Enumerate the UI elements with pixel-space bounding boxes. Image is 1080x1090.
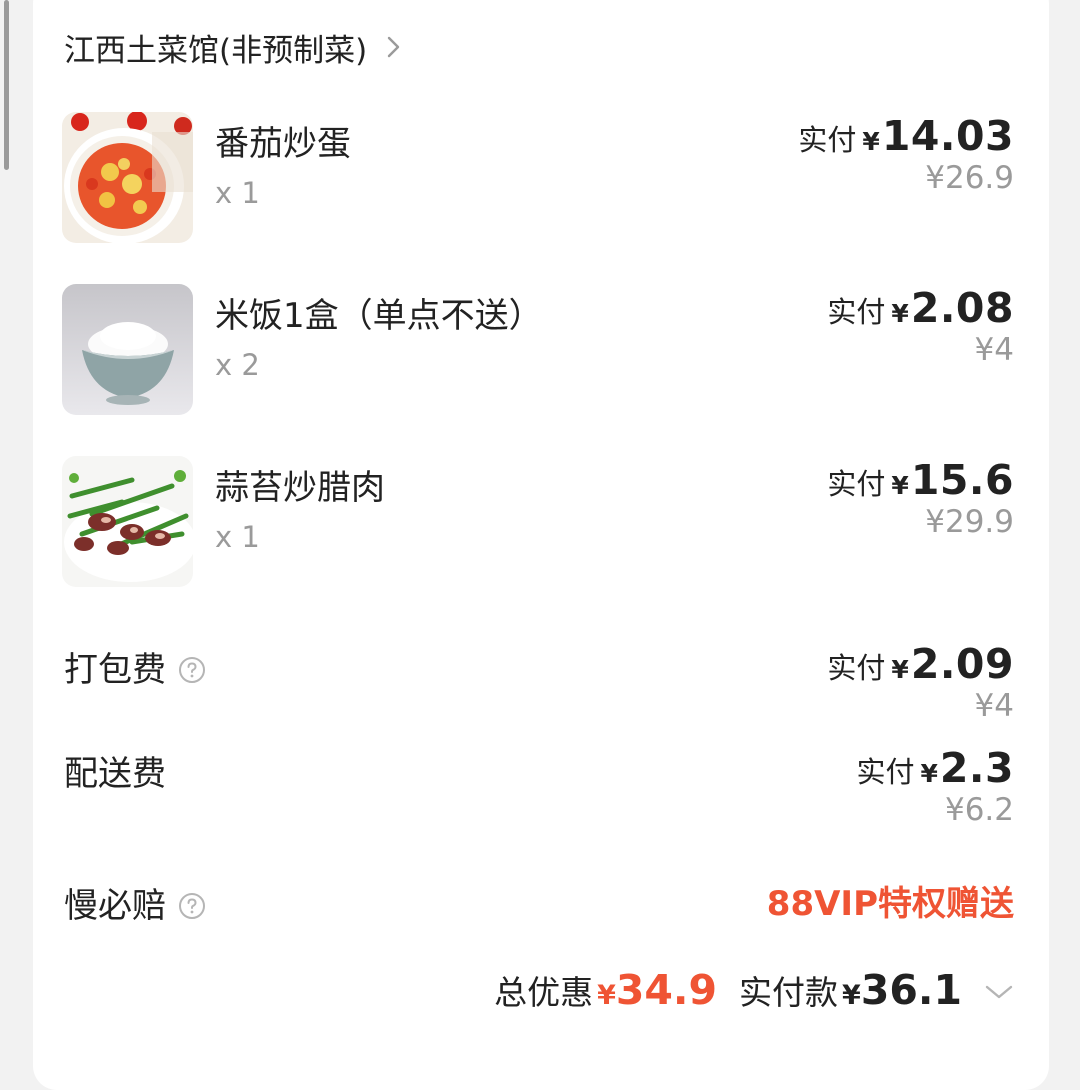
scroll-indicator[interactable] xyxy=(4,0,9,170)
order-item[interactable]: 蒜苔炒腊肉 x 1 实付 ¥ 15.6 ¥29.9 xyxy=(62,456,1014,588)
original-price: ¥26.9 xyxy=(925,160,1014,196)
delivery-fee-label: 配送费 xyxy=(64,754,166,794)
currency-symbol: ¥ xyxy=(597,980,616,1011)
chevron-right-icon[interactable] xyxy=(383,36,405,58)
paid-amount: 14.03 xyxy=(881,112,1014,160)
item-name: 番茄炒蛋 xyxy=(215,124,351,164)
item-price: 实付 ¥ 2.08 ¥4 xyxy=(827,284,1014,372)
packaging-fee-row: 打包费 实付 ¥ 2.09 ¥4 xyxy=(64,640,1014,724)
chevron-down-icon[interactable] xyxy=(984,982,1014,1002)
dish-image-tomato-egg[interactable] xyxy=(62,112,193,243)
late-compensation-label: 慢必赔 xyxy=(64,886,166,926)
item-quantity: x 1 xyxy=(215,176,260,210)
original-price: ¥6.2 xyxy=(944,792,1014,828)
total-discount-amount: 34.9 xyxy=(615,966,718,1014)
order-item[interactable]: 米饭1盒（单点不送） x 2 实付 ¥ 2.08 ¥4 xyxy=(62,284,1014,416)
paid-label: 实付 xyxy=(798,123,857,157)
dish-image-rice[interactable] xyxy=(62,284,193,415)
original-price: ¥4 xyxy=(974,688,1014,724)
packaging-fee-price: 实付 ¥ 2.09 ¥4 xyxy=(827,640,1014,728)
paid-label: 实付 xyxy=(856,755,915,789)
order-summary[interactable]: 总优惠 ¥ 34.9 实付款 ¥ 36.1 xyxy=(494,966,1014,1018)
currency-symbol: ¥ xyxy=(891,471,909,500)
question-circle-icon[interactable] xyxy=(178,889,206,919)
item-quantity: x 1 xyxy=(215,520,260,554)
currency-symbol: ¥ xyxy=(862,127,880,156)
paid-label: 实付 xyxy=(827,295,886,329)
delivery-fee-price: 实付 ¥ 2.3 ¥6.2 xyxy=(856,744,1014,832)
order-item[interactable]: 番茄炒蛋 x 1 实付 ¥ 14.03 ¥26.9 xyxy=(62,112,1014,244)
shop-name[interactable]: 江西土菜馆(非预制菜) xyxy=(64,25,367,70)
paid-amount: 2.3 xyxy=(939,744,1014,792)
item-price: 实付 ¥ 14.03 ¥26.9 xyxy=(798,112,1014,200)
original-price: ¥4 xyxy=(974,332,1014,368)
shop-header[interactable]: 江西土菜馆(非预制菜) xyxy=(64,24,405,70)
original-price: ¥29.9 xyxy=(925,504,1014,540)
paid-amount: 2.09 xyxy=(910,640,1014,688)
paid-amount: 2.08 xyxy=(910,284,1014,332)
paid-amount: 15.6 xyxy=(910,456,1014,504)
total-paid-amount: 36.1 xyxy=(860,966,962,1014)
question-circle-icon[interactable] xyxy=(178,653,206,683)
item-name: 蒜苔炒腊肉 xyxy=(215,468,385,508)
vip-benefit-text: 88VIP特权赠送 xyxy=(766,884,1014,924)
total-discount-label: 总优惠 xyxy=(494,973,594,1012)
currency-symbol: ¥ xyxy=(842,980,861,1011)
item-quantity: x 2 xyxy=(215,348,260,382)
paid-label: 实付 xyxy=(827,467,886,501)
item-price: 实付 ¥ 15.6 ¥29.9 xyxy=(827,456,1014,544)
currency-symbol: ¥ xyxy=(920,759,938,788)
packaging-fee-label: 打包费 xyxy=(64,650,166,690)
currency-symbol: ¥ xyxy=(891,655,909,684)
delivery-fee-row: 配送费 实付 ¥ 2.3 ¥6.2 xyxy=(64,744,1014,828)
late-compensation-row: 慢必赔 88VIP特权赠送 xyxy=(64,876,1014,926)
currency-symbol: ¥ xyxy=(891,299,909,328)
dish-image-cured-pork[interactable] xyxy=(62,456,193,587)
paid-label: 实付 xyxy=(827,651,886,685)
total-paid-label: 实付款 xyxy=(739,973,839,1012)
item-name: 米饭1盒（单点不送） xyxy=(215,296,543,336)
